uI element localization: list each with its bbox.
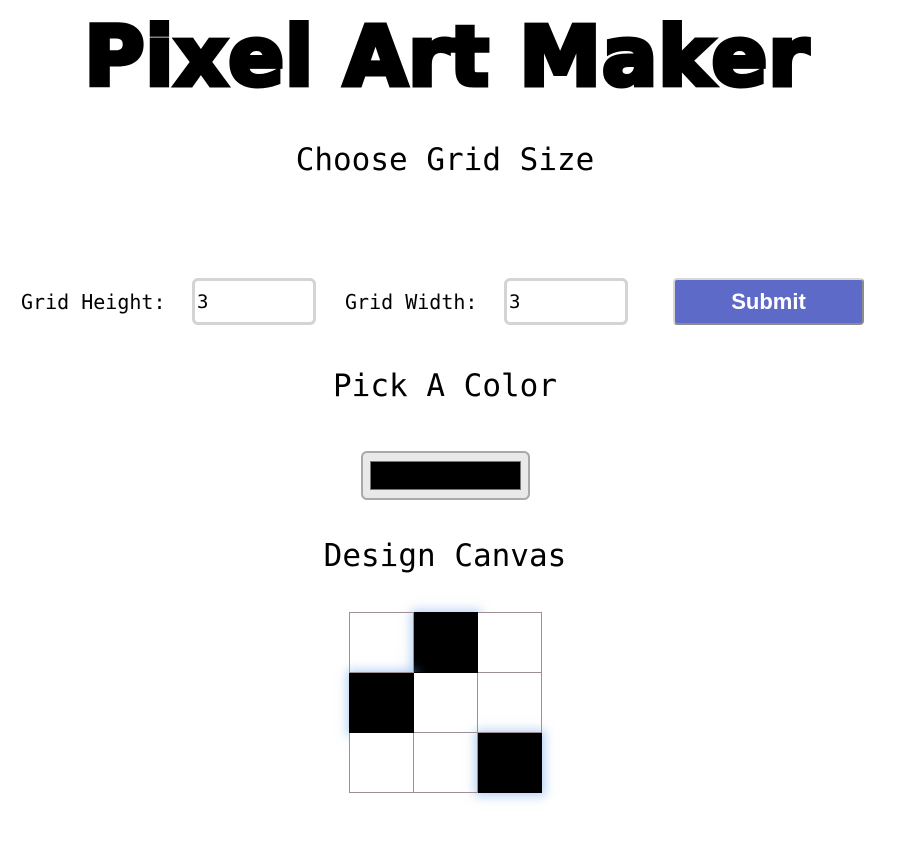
canvas-row: [349, 732, 542, 793]
canvas-cell[interactable]: [349, 612, 414, 673]
page: Pixel Art Maker Choose Grid Size Grid He…: [0, 0, 914, 864]
canvas-cell[interactable]: [349, 672, 414, 733]
pick-color-heading: Pick A Color: [333, 368, 557, 404]
grid-size-heading: Choose Grid Size: [295, 142, 595, 178]
grid-height-label: Grid Height:: [21, 290, 166, 314]
canvas-cell[interactable]: [413, 612, 478, 673]
color-swatch: [370, 461, 521, 490]
canvas-cell[interactable]: [477, 672, 542, 733]
design-canvas-heading: Design Canvas: [323, 538, 567, 574]
grid-width-label: Grid Width:: [345, 290, 478, 314]
grid-height-input[interactable]: [192, 278, 316, 325]
canvas-row: [349, 672, 542, 733]
grid-size-form: Grid Height: Grid Width: Submit: [0, 278, 914, 328]
canvas-row: [349, 612, 542, 673]
pixel-canvas: [349, 612, 542, 793]
submit-button[interactable]: Submit: [673, 278, 864, 325]
color-picker[interactable]: [361, 451, 530, 500]
canvas-cell[interactable]: [349, 732, 414, 793]
canvas-cell[interactable]: [477, 732, 542, 793]
canvas-cell[interactable]: [413, 672, 478, 733]
app-title: Pixel Art Maker: [82, 8, 811, 108]
canvas-cell[interactable]: [477, 612, 542, 673]
grid-width-input[interactable]: [504, 278, 628, 325]
canvas-cell[interactable]: [413, 732, 478, 793]
